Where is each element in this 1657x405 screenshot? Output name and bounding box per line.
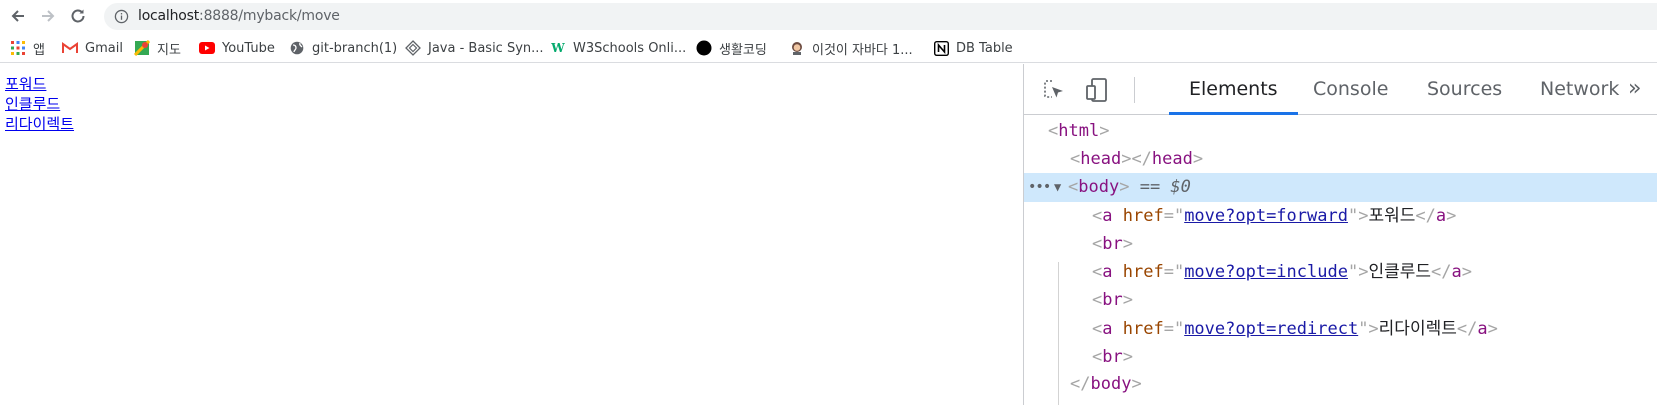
tag-name: br — [1102, 234, 1123, 254]
bookmark-label: Gmail — [85, 40, 123, 56]
avatar-icon — [789, 40, 805, 56]
node-text: 리다이렉트 — [1378, 319, 1457, 339]
dom-node-a[interactable]: <a href="move?opt=redirect">리다이렉트</a> — [1024, 315, 1657, 344]
devtools-tab-bar: Elements Console Sources Network » — [1024, 64, 1657, 115]
bookmark-java[interactable]: Java - Basic Syn... — [405, 38, 544, 58]
tab-sources[interactable]: Sources — [1407, 64, 1522, 115]
dom-node-br[interactable]: <br> — [1024, 286, 1657, 315]
url-text: localhost:8888/myback/move — [138, 8, 340, 24]
youtube-icon — [199, 40, 215, 56]
dom-node-body-close[interactable]: </body> — [1024, 370, 1657, 399]
redirect-link[interactable]: 리다이렉트 — [5, 113, 74, 134]
tab-network[interactable]: Network — [1520, 64, 1639, 115]
dom-node-body[interactable]: ••• ▼ <body> == $0 — [1024, 173, 1657, 202]
node-text: 포워드 — [1368, 206, 1416, 226]
inspect-cursor-icon — [1044, 80, 1063, 98]
bookmark-git-branch[interactable]: git-branch(1) — [289, 38, 397, 58]
device-toolbar-button[interactable] — [1084, 76, 1112, 104]
tag-name: body — [1090, 374, 1132, 394]
more-tabs-icon[interactable]: » — [1628, 76, 1641, 101]
back-button[interactable] — [6, 4, 30, 28]
address-bar[interactable]: localhost:8888/myback/move — [104, 3, 1657, 30]
attr-name: href — [1122, 206, 1164, 226]
attr-name: href — [1122, 319, 1164, 339]
attr-value-link[interactable]: move?opt=redirect — [1184, 319, 1358, 339]
notion-icon — [933, 40, 949, 56]
page-content: 포워드 인클루드 리다이렉트 — [0, 64, 1023, 405]
tab-console[interactable]: Console — [1293, 64, 1408, 115]
attr-name: href — [1122, 262, 1164, 282]
tag-name: br — [1102, 347, 1123, 367]
w3schools-icon: W — [551, 41, 565, 55]
device-mobile-icon — [1086, 78, 1107, 102]
forward-link[interactable]: 포워드 — [5, 73, 46, 94]
attr-value-link[interactable]: move?opt=include — [1184, 262, 1348, 282]
forward-button[interactable] — [36, 4, 60, 28]
dom-node-a[interactable]: <a href="move?opt=forward">포워드</a> — [1024, 202, 1657, 231]
reload-button[interactable] — [66, 4, 90, 28]
maps-icon — [134, 40, 150, 56]
dom-node-head[interactable]: <head></head> — [1024, 145, 1657, 174]
bookmark-label: YouTube — [222, 40, 275, 56]
bookmark-db-table[interactable]: DB Table — [933, 38, 1013, 58]
back-arrow-icon — [11, 10, 24, 22]
node-text: 인클루드 — [1368, 262, 1431, 282]
bookmark-label: git-branch(1) — [312, 40, 398, 56]
bookmark-label: Java - Basic Syn... — [428, 40, 544, 56]
dom-node-br[interactable]: <br> — [1024, 230, 1657, 259]
toolbar-divider — [1134, 77, 1135, 103]
bookmark-label: 생활코딩 — [719, 42, 767, 58]
tag-name: body — [1078, 177, 1120, 197]
bookmark-label: 지도 — [157, 42, 181, 58]
more-actions-icon[interactable]: ••• — [1028, 173, 1051, 202]
bookmarks-bar: 앱 Gmail 지도 YouTube git-branch(1) Java - … — [0, 33, 1657, 63]
url-path: :8888/myback/move — [199, 8, 340, 24]
gmail-icon — [62, 40, 78, 56]
info-icon[interactable] — [114, 9, 129, 24]
dom-node-br[interactable]: <br> — [1024, 343, 1657, 372]
tag-name: br — [1102, 290, 1123, 310]
dom-node-html[interactable]: <html> — [1024, 117, 1657, 146]
diamond-icon — [405, 40, 421, 56]
dom-node-a[interactable]: <a href="move?opt=include">인클루드</a> — [1024, 258, 1657, 287]
include-link[interactable]: 인클루드 — [5, 93, 60, 114]
globe-icon — [289, 40, 305, 56]
tag-name: head — [1151, 149, 1193, 169]
browser-toolbar: localhost:8888/myback/move — [0, 0, 1657, 32]
black-circle-icon — [696, 40, 712, 56]
bookmark-youtube[interactable]: YouTube — [199, 38, 275, 58]
expand-triangle-icon[interactable]: ▼ — [1054, 173, 1061, 202]
forward-arrow-icon — [42, 10, 55, 22]
bookmark-w3schools[interactable]: W W3Schools Onli... — [550, 38, 686, 58]
apps-grid-icon — [10, 40, 26, 56]
bookmark-saenghwal-coding[interactable]: 생활코딩 — [696, 38, 767, 58]
devtools-panel: Elements Console Sources Network » <html… — [1023, 64, 1657, 405]
bookmark-label: W3Schools Onli... — [573, 40, 687, 56]
reload-icon — [71, 9, 85, 23]
bookmark-label: 이것이 자바다 1... — [812, 42, 913, 58]
tab-elements[interactable]: Elements — [1169, 64, 1298, 115]
inspect-element-button[interactable] — [1040, 76, 1068, 104]
bookmark-label: DB Table — [956, 40, 1013, 56]
bookmark-maps[interactable]: 지도 — [134, 38, 181, 58]
bookmark-java-book[interactable]: 이것이 자바다 1... — [789, 38, 913, 58]
tag-name: html — [1058, 121, 1100, 141]
bookmark-label: 앱 — [33, 42, 45, 58]
url-host: localhost — [138, 8, 200, 24]
bookmark-gmail[interactable]: Gmail — [62, 38, 123, 58]
attr-value-link[interactable]: move?opt=forward — [1184, 206, 1348, 226]
bookmark-apps[interactable]: 앱 — [10, 38, 45, 58]
tag-name: head — [1080, 149, 1122, 169]
dom-tree: <html> <head></head> ••• ▼ <body> == $0 … — [1024, 116, 1657, 405]
selected-marker: == $0 — [1139, 177, 1191, 197]
